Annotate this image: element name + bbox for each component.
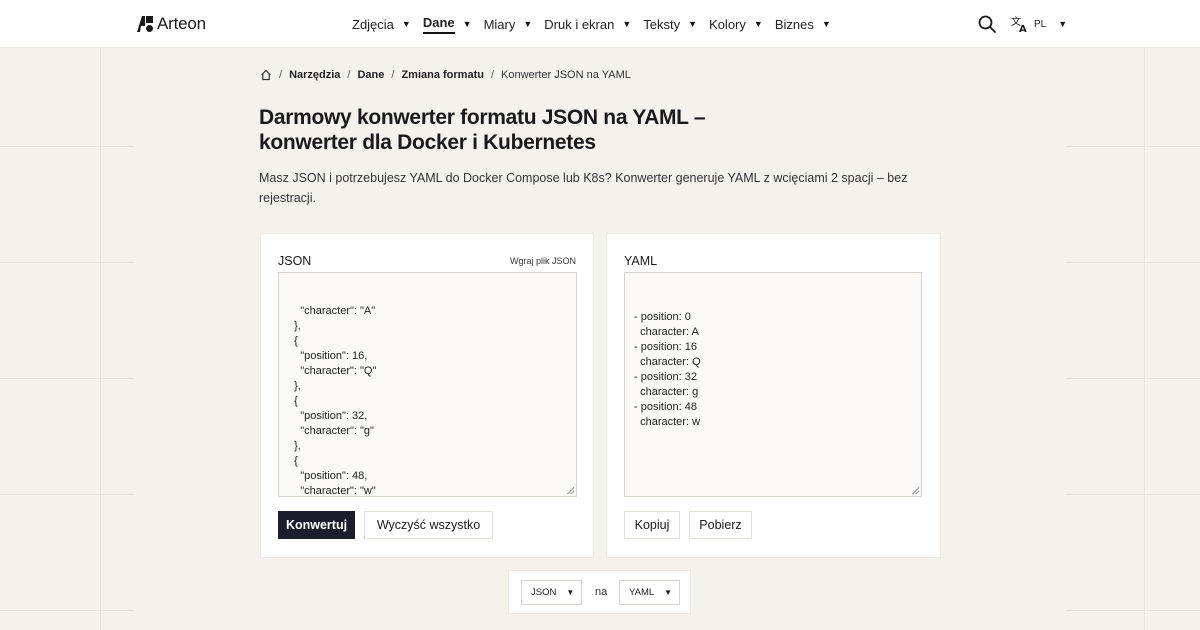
yaml-output-text: - position: 0 character: A - position: 1… <box>634 311 701 428</box>
nav-item-kolory[interactable]: Kolory ▼ <box>709 0 763 48</box>
target-format-value: YAML <box>629 587 655 598</box>
nav-label: Druk i ekran <box>544 16 615 32</box>
breadcrumb-separator: / <box>347 69 351 81</box>
caret-down-icon: ▼ <box>753 19 763 29</box>
nav-label: Miary <box>483 16 516 32</box>
logo[interactable]: Arteon <box>137 14 206 34</box>
page-subtitle: Masz JSON i potrzebujesz YAML do Docker … <box>259 171 908 205</box>
json-input-card: JSON Wgraj plik JSON "character": "A" },… <box>260 233 594 558</box>
convert-button[interactable]: Konwertuj <box>278 511 355 539</box>
resize-handle[interactable] <box>567 487 574 494</box>
logo-text: Arteon <box>157 14 206 33</box>
nav-item-druk-i-ekran[interactable]: Druk i ekran ▼ <box>544 0 631 48</box>
copy-button[interactable]: Kopiuj <box>624 511 680 539</box>
breadcrumb-item-narzedzia[interactable]: Narzędzia <box>289 69 340 81</box>
nav-item-biznes[interactable]: Biznes ▼ <box>775 0 831 48</box>
upload-json-link[interactable]: Wgraj plik JSON <box>510 256 576 266</box>
caret-down-icon: ▼ <box>1058 19 1068 29</box>
yaml-output[interactable]: - position: 0 character: A - position: 1… <box>624 272 922 497</box>
format-connector: na <box>595 586 608 598</box>
nav-label: Biznes <box>774 16 814 32</box>
json-input-text: "character": "A" }, { "position": 16, "c… <box>294 305 377 497</box>
caret-down-icon: ▼ <box>401 19 411 29</box>
language-switcher[interactable]: 文 A PL ▼ <box>1011 14 1067 34</box>
page-title: Darmowy konwerter formatu JSON na YAML –… <box>259 106 706 154</box>
breadcrumb-separator: / <box>391 69 395 81</box>
caret-down-icon: ▼ <box>566 588 575 597</box>
nav-item-zdjecia[interactable]: Zdjęcia ▼ <box>352 0 411 48</box>
json-input[interactable]: "character": "A" }, { "position": 16, "c… <box>278 272 577 497</box>
caret-down-icon: ▼ <box>523 19 533 29</box>
nav-label: Dane <box>422 15 455 34</box>
download-button[interactable]: Pobierz <box>689 511 752 539</box>
target-format-select[interactable]: YAML ▼ <box>619 580 680 605</box>
json-label: JSON <box>278 254 312 268</box>
main-nav: Zdjęcia ▼ Dane ▼ Miary ▼ Druk i ekran ▼ … <box>352 0 843 48</box>
arteon-logo-icon <box>137 16 153 32</box>
search-button[interactable] <box>977 14 997 34</box>
yaml-output-card: YAML - position: 0 character: A - positi… <box>606 233 941 558</box>
nav-item-dane[interactable]: Dane ▼ <box>422 0 472 48</box>
search-icon <box>978 15 996 33</box>
nav-item-teksty[interactable]: Teksty ▼ <box>643 0 697 48</box>
breadcrumb: / Narzędzia / Dane / Zmiana formatu / Ko… <box>260 69 631 81</box>
resize-handle[interactable] <box>912 487 919 494</box>
source-format-select[interactable]: JSON ▼ <box>521 580 582 605</box>
svg-text:A: A <box>1019 24 1027 33</box>
breadcrumb-item-zmiana-formatu[interactable]: Zmiana formatu <box>401 69 484 81</box>
caret-down-icon: ▼ <box>664 588 673 597</box>
caret-down-icon: ▼ <box>821 19 831 29</box>
nav-label: Kolory <box>709 16 746 32</box>
breadcrumb-item-dane[interactable]: Dane <box>357 69 384 81</box>
breadcrumb-current: Konwerter JSON na YAML <box>501 69 631 81</box>
nav-item-miary[interactable]: Miary ▼ <box>484 0 533 48</box>
source-format-value: JSON <box>531 587 557 598</box>
nav-label: Zdjęcia <box>352 16 394 32</box>
clear-all-button[interactable]: Wyczyść wszystko <box>364 511 493 539</box>
caret-down-icon: ▼ <box>622 19 632 29</box>
breadcrumb-separator: / <box>490 69 495 81</box>
format-selector: JSON ▼ na YAML ▼ <box>508 570 691 614</box>
language-code: PL <box>1034 18 1047 30</box>
top-navigation-bar: Arteon Zdjęcia ▼ Dane ▼ Miary ▼ Druk i e… <box>0 0 1200 48</box>
yaml-label: YAML <box>624 254 658 268</box>
nav-label: Teksty <box>643 16 681 32</box>
breadcrumb-separator: / <box>279 69 283 81</box>
main-content: / Narzędzia / Dane / Zmiana formatu / Ko… <box>134 48 1066 630</box>
home-icon[interactable] <box>260 69 272 81</box>
caret-down-icon: ▼ <box>688 19 698 29</box>
caret-down-icon: ▼ <box>462 19 472 29</box>
translate-icon: 文 A <box>1011 15 1027 33</box>
